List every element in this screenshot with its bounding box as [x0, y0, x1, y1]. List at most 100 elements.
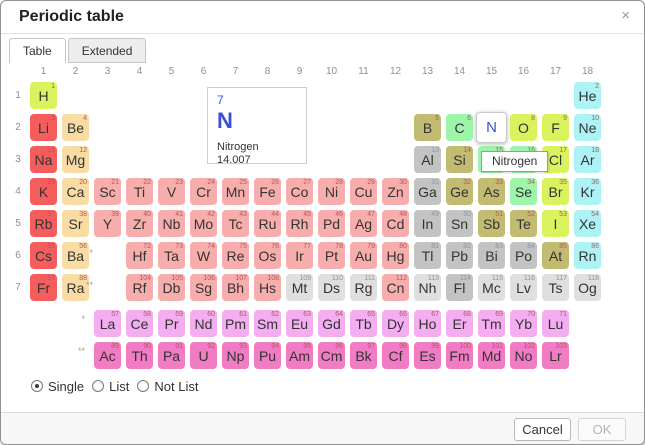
element-cell-pd[interactable]: 46Pd	[318, 210, 345, 237]
element-cell-u[interactable]: 92U	[190, 342, 217, 369]
element-cell-pa[interactable]: 91Pa	[158, 342, 185, 369]
element-cell-pt[interactable]: 78Pt	[318, 242, 345, 269]
element-cell-cd[interactable]: 48Cd	[382, 210, 409, 237]
element-cell-es[interactable]: 99Es	[414, 342, 441, 369]
element-cell-md[interactable]: 101Md	[478, 342, 505, 369]
element-cell-pr[interactable]: 59Pr	[158, 310, 185, 337]
element-cell-ts[interactable]: 117Ts	[542, 274, 569, 301]
element-cell-ac[interactable]: 89Ac	[94, 342, 121, 369]
element-cell-ds[interactable]: 110Ds	[318, 274, 345, 301]
element-cell-k[interactable]: 19K	[30, 178, 57, 205]
element-cell-co[interactable]: 27Co	[286, 178, 313, 205]
element-cell-zn[interactable]: 30Zn	[382, 178, 409, 205]
element-cell-ar[interactable]: 18Ar	[574, 146, 601, 173]
element-cell-mt[interactable]: 109Mt	[286, 274, 313, 301]
element-cell-be[interactable]: 4Be	[62, 114, 89, 141]
element-cell-mn[interactable]: 25Mn	[222, 178, 249, 205]
element-cell-tb[interactable]: 65Tb	[350, 310, 377, 337]
element-cell-w[interactable]: 74W	[190, 242, 217, 269]
element-cell-h[interactable]: 1H	[30, 82, 57, 109]
element-cell-f[interactable]: 9F	[542, 114, 569, 141]
element-cell-b[interactable]: 5B	[414, 114, 441, 141]
element-cell-te[interactable]: 52Te	[510, 210, 537, 237]
element-cell-lv[interactable]: 116Lv	[510, 274, 537, 301]
element-cell-hs[interactable]: 108Hs	[254, 274, 281, 301]
element-cell-re[interactable]: 75Re	[222, 242, 249, 269]
element-cell-tl[interactable]: 81Tl	[414, 242, 441, 269]
element-cell-og[interactable]: 118Og	[574, 274, 601, 301]
element-cell-rf[interactable]: 104Rf	[126, 274, 153, 301]
element-cell-fe[interactable]: 26Fe	[254, 178, 281, 205]
element-cell-er[interactable]: 68Er	[446, 310, 473, 337]
element-cell-y[interactable]: 39Y	[94, 210, 121, 237]
element-cell-n[interactable]: N	[476, 112, 507, 143]
element-cell-tm[interactable]: 69Tm	[478, 310, 505, 337]
element-cell-fm[interactable]: 100Fm	[446, 342, 473, 369]
radio-not-list[interactable]: Not List	[137, 379, 198, 394]
element-cell-mo[interactable]: 42Mo	[190, 210, 217, 237]
element-cell-zr[interactable]: 40Zr	[126, 210, 153, 237]
element-cell-sr[interactable]: 38Sr	[62, 210, 89, 237]
element-cell-pm[interactable]: 61Pm	[222, 310, 249, 337]
element-cell-sc[interactable]: 21Sc	[94, 178, 121, 205]
element-cell-sm[interactable]: 62Sm	[254, 310, 281, 337]
close-icon[interactable]: ×	[621, 1, 630, 31]
element-cell-os[interactable]: 76Os	[254, 242, 281, 269]
element-cell-he[interactable]: 2He	[574, 82, 601, 109]
element-cell-ru[interactable]: 44Ru	[254, 210, 281, 237]
element-cell-o[interactable]: 8O	[510, 114, 537, 141]
element-cell-nd[interactable]: 60Nd	[190, 310, 217, 337]
element-cell-fl[interactable]: 114Fl	[446, 274, 473, 301]
element-cell-in[interactable]: 49In	[414, 210, 441, 237]
element-cell-ge[interactable]: 32Ge	[446, 178, 473, 205]
element-cell-hf[interactable]: 72Hf	[126, 242, 153, 269]
element-cell-ca[interactable]: 20Ca	[62, 178, 89, 205]
element-cell-yb[interactable]: 70Yb	[510, 310, 537, 337]
element-cell-lu[interactable]: 71Lu	[542, 310, 569, 337]
element-cell-rg[interactable]: 111Rg	[350, 274, 377, 301]
radio-list[interactable]: List	[92, 379, 129, 394]
element-cell-rh[interactable]: 45Rh	[286, 210, 313, 237]
element-cell-ho[interactable]: 67Ho	[414, 310, 441, 337]
element-cell-pu[interactable]: 94Pu	[254, 342, 281, 369]
element-cell-gd[interactable]: 64Gd	[318, 310, 345, 337]
element-cell-li[interactable]: 3Li	[30, 114, 57, 141]
element-cell-rb[interactable]: 37Rb	[30, 210, 57, 237]
element-cell-ag[interactable]: 47Ag	[350, 210, 377, 237]
element-cell-au[interactable]: 79Au	[350, 242, 377, 269]
element-cell-ta[interactable]: 73Ta	[158, 242, 185, 269]
element-cell-nb[interactable]: 41Nb	[158, 210, 185, 237]
element-cell-i[interactable]: 53I	[542, 210, 569, 237]
element-cell-nh[interactable]: 113Nh	[414, 274, 441, 301]
element-cell-ne[interactable]: 10Ne	[574, 114, 601, 141]
element-cell-v[interactable]: 23V	[158, 178, 185, 205]
element-cell-db[interactable]: 105Db	[158, 274, 185, 301]
element-cell-np[interactable]: 93Np	[222, 342, 249, 369]
tab-extended[interactable]: Extended	[68, 38, 147, 63]
element-cell-pb[interactable]: 82Pb	[446, 242, 473, 269]
element-cell-na[interactable]: 11Na	[30, 146, 57, 173]
element-cell-ni[interactable]: 28Ni	[318, 178, 345, 205]
element-cell-sb[interactable]: 51Sb	[478, 210, 505, 237]
element-cell-eu[interactable]: 63Eu	[286, 310, 313, 337]
element-cell-sg[interactable]: 106Sg	[190, 274, 217, 301]
element-cell-cf[interactable]: 98Cf	[382, 342, 409, 369]
element-cell-c[interactable]: 6C	[446, 114, 473, 141]
element-cell-cu[interactable]: 29Cu	[350, 178, 377, 205]
element-cell-ti[interactable]: 22Ti	[126, 178, 153, 205]
element-cell-se[interactable]: 34Se	[510, 178, 537, 205]
element-cell-kr[interactable]: 36Kr	[574, 178, 601, 205]
radio-single[interactable]: Single	[31, 379, 84, 394]
element-cell-cs[interactable]: 55Cs	[30, 242, 57, 269]
element-cell-bi[interactable]: 83Bi	[478, 242, 505, 269]
element-cell-lr[interactable]: 103Lr	[542, 342, 569, 369]
element-cell-tc[interactable]: 43Tc	[222, 210, 249, 237]
element-cell-am[interactable]: 95Am	[286, 342, 313, 369]
cancel-button[interactable]: Cancel	[514, 418, 571, 441]
ok-button[interactable]: OK	[578, 418, 626, 441]
element-cell-br[interactable]: 35Br	[542, 178, 569, 205]
element-cell-xe[interactable]: 54Xe	[574, 210, 601, 237]
element-cell-mc[interactable]: 115Mc	[478, 274, 505, 301]
element-cell-fr[interactable]: 87Fr	[30, 274, 57, 301]
element-cell-th[interactable]: 90Th	[126, 342, 153, 369]
